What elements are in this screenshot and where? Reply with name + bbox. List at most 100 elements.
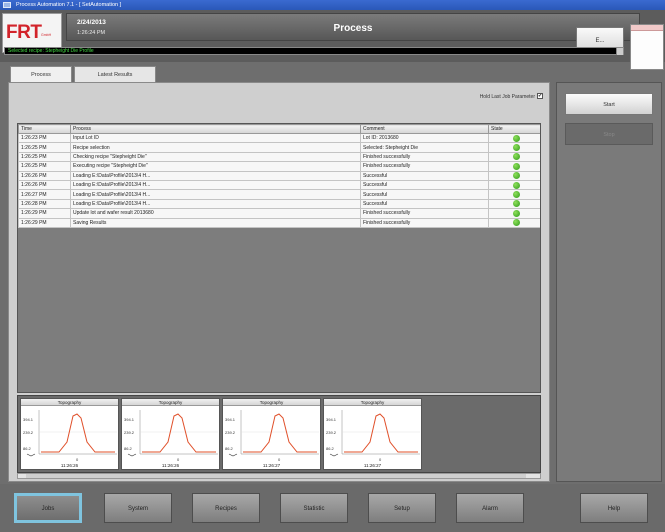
hold-last-job-label: Hold Last Job Parameter [479,94,535,100]
cell-time: 1:26:28 PM [18,198,71,210]
y-tick-mid: 239.2 [124,430,135,435]
table-row[interactable]: 1:26:29 PM Saving Results Finished success… [18,217,540,228]
y-tick-mid: 239.2 [326,430,337,435]
y-tick-top: 394.1 [23,417,34,422]
nav-recipes-button[interactable]: Recipes [192,493,260,523]
thumbnail-title: Topography [324,399,421,406]
cell-comment: Successful [360,179,489,191]
table-row[interactable]: 1:26:25 PM Executing recipe "Stepheight D… [18,161,540,172]
status-message: Selected recipe: Stepheight Die Profile [8,48,94,54]
control-side-panel: Start Stop [556,82,662,482]
state-ok-icon [513,200,520,208]
nav-system-button[interactable]: System [104,493,172,523]
table-row[interactable]: 1:26:27 PM Loading E:\Data\Profile\2013\4… [18,189,540,200]
thumbnail-title: Topography [21,399,118,406]
column-header-time[interactable]: Time [18,124,71,134]
table-row[interactable]: 1:26:25 PM Checking recipe "Stepheight Di… [18,151,540,163]
topography-thumbnail[interactable]: Topography 394.1 239.2 86.2 0 11:26:27 [222,398,321,470]
state-ok-icon [513,219,520,227]
thumbnail-scrollbar[interactable] [17,473,541,479]
status-scroll-button[interactable] [616,48,623,55]
thumbnail-caption: 11:26:27 [262,463,281,468]
profile-plot: 394.1 239.2 86.2 0 [326,410,420,462]
cell-comment: Successful [360,198,489,210]
cell-comment: Lot ID: 2013680 [360,132,489,144]
stop-button: Stop [565,123,653,145]
cell-process: Executing recipe "Stepheight Die" [70,161,361,172]
cell-comment: Finished successfully [360,161,489,172]
nav-alarm-button[interactable]: Alarm [456,493,524,523]
cell-process: Input Lot ID [70,132,361,144]
cell-comment: Finished successfully [360,151,489,163]
header: FRT GmbH 2/24/2013 1:26:24 PM Process E.… [0,10,665,70]
nav-jobs-button[interactable]: Jobs [14,493,82,523]
x-tick-mid: 0 [76,457,79,462]
cell-process: Update lot and wafer result 2013680 [70,208,361,219]
state-ok-icon [513,162,520,170]
cell-time: 1:26:25 PM [18,151,71,163]
cell-time: 1:26:26 PM [18,170,71,181]
table-row[interactable]: 1:26:28 PM Loading E:\Data\Profile\2013\4… [18,198,540,210]
x-tick-mid: 0 [379,457,382,462]
cell-time: 1:26:29 PM [18,217,71,228]
table-row[interactable]: 1:26:26 PM Loading E:\Data\Profile\2013\4… [18,179,540,191]
start-button[interactable]: Start [565,93,653,115]
cell-comment: Finished successfully [360,217,489,228]
table-header-row: Time Process Comment State [18,124,540,134]
cell-time: 1:26:25 PM [18,142,71,153]
cell-process: Saving Results [70,217,361,228]
cell-time: 1:26:29 PM [18,208,71,219]
nav-help-button[interactable]: Help [580,493,648,523]
thumbnail-caption: 11:26:26 [60,463,79,468]
cell-comment: Successful [360,170,489,181]
x-tick-mid: 0 [177,457,180,462]
profile-plot: 394.1 239.2 86.2 0 [124,410,218,462]
state-ok-icon [513,134,520,142]
table-row[interactable]: 1:26:25 PM Recipe selection Selected: Step… [18,142,540,153]
state-ok-icon [513,181,520,189]
bottom-navigation: Jobs System Recipes Statistic Setup Alarm Help [0,484,665,532]
cell-comment: Selected: Stepheight Die [360,142,489,153]
table-row[interactable]: 1:26:23 PM Input Lot ID Lot ID: 2013680 [18,132,540,144]
table-row[interactable]: 1:26:29 PM Update lot and wafer result 20… [18,208,540,219]
y-tick-top: 394.1 [225,417,236,422]
y-tick-low: 86.2 [326,446,335,451]
cell-process: Loading E:\Data\Profile\2013\4 H... [70,170,361,181]
cell-process: Recipe selection [70,142,361,153]
tab-latest-results[interactable]: Latest Results [74,66,156,82]
status-message-bar: Selected recipe: Stepheight Die Profile [4,47,624,55]
cell-process: Loading E:\Data\Profile\2013\4 H... [70,189,361,200]
y-tick-low: 86.2 [124,446,133,451]
thumbnail-title: Topography [223,399,320,406]
cell-process: Loading E:\Data\Profile\2013\4 H... [70,198,361,210]
column-header-process[interactable]: Process [70,124,361,134]
thumbnail-caption: 11:26:26 [161,463,180,468]
nav-statistic-button[interactable]: Statistic [280,493,348,523]
nav-setup-button[interactable]: Setup [368,493,436,523]
y-tick-top: 394.1 [326,417,337,422]
cell-comment: Finished successfully [360,208,489,219]
topography-thumbnail[interactable]: Topography 394.1 239.2 86.2 0 11:26:26 [121,398,220,470]
info-panel [630,24,664,70]
cell-process: Loading E:\Data\Profile\2013\4 H... [70,179,361,191]
state-ok-icon [513,153,520,161]
cell-state [488,198,540,210]
topography-thumbnail[interactable]: Topography 394.1 239.2 86.2 0 11:26:27 [323,398,422,470]
title-banner: 2/24/2013 1:26:24 PM Process [66,13,640,41]
cell-state [488,179,540,191]
topography-thumbnail[interactable]: Topography 394.1 239.2 86.2 0 11:26:26 [20,398,119,470]
tab-process[interactable]: Process [10,66,72,83]
table-row[interactable]: 1:26:26 PM Loading E:\Data\Profile\2013\4… [18,170,540,181]
cell-state [488,170,540,181]
cell-time: 1:26:23 PM [18,132,71,144]
thumbnail-title: Topography [122,399,219,406]
y-tick-top: 394.1 [124,417,135,422]
cell-state [488,142,540,153]
cell-time: 1:26:27 PM [18,189,71,200]
cell-state [488,151,540,163]
column-header-state[interactable]: State [488,124,540,134]
profile-plot: 394.1 239.2 86.2 0 [225,410,319,462]
column-header-comment[interactable]: Comment [360,124,489,134]
hold-last-job-checkbox[interactable]: ✔ [537,93,543,99]
window-title: Process Automation 7.1 - [ SetAutomation… [16,2,122,8]
